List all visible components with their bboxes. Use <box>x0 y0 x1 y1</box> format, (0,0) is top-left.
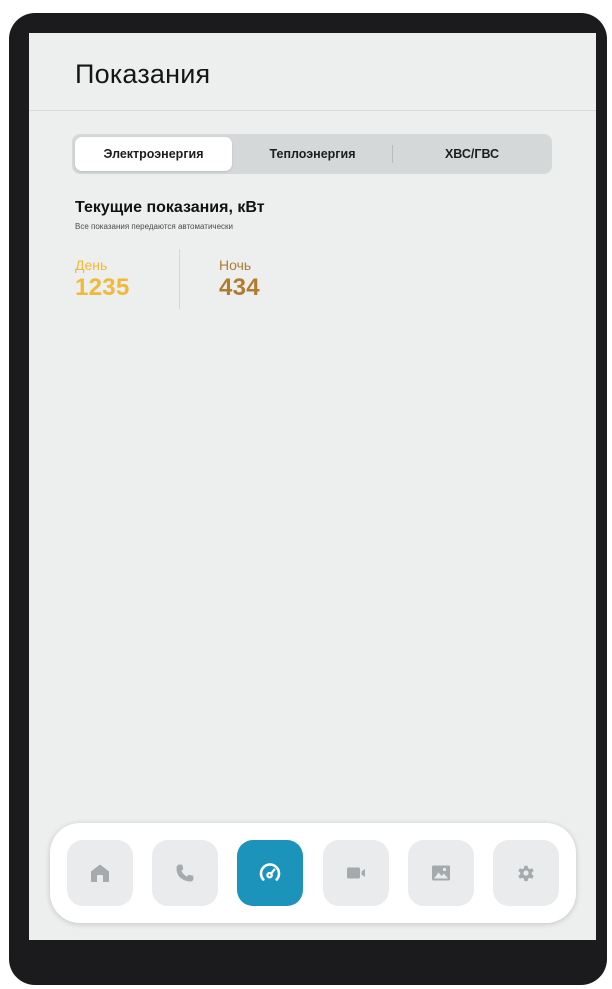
day-reading: День 1235 <box>75 257 130 302</box>
readings-subtitle: Все показания передаются автоматически <box>75 222 233 231</box>
phone-icon <box>176 864 194 882</box>
tab-water-label: ХВС/ГВС <box>444 147 500 161</box>
readings-title: Текущие показания, кВт <box>75 199 265 216</box>
bottom-navigation <box>50 823 576 923</box>
day-reading-label: День <box>75 257 108 273</box>
nav-settings-button[interactable] <box>493 840 559 906</box>
nav-home-button[interactable] <box>67 840 133 906</box>
tab-electricity-label: Электроэнергия <box>103 147 204 161</box>
settings-gear-icon <box>518 865 534 882</box>
page-header: Показания <box>29 33 596 111</box>
nav-meters-button[interactable] <box>237 840 303 906</box>
tab-electricity[interactable]: Электроэнергия <box>75 137 232 171</box>
reading-divider <box>179 249 180 309</box>
gallery-image-icon <box>432 865 450 881</box>
tab-heat-label: Теплоэнергия <box>269 147 356 161</box>
page-title: Показания <box>75 59 211 89</box>
night-reading-value: 434 <box>219 274 260 301</box>
tab-heat[interactable]: Теплоэнергия <box>235 137 390 171</box>
night-reading: Ночь 434 <box>219 257 260 302</box>
nav-phone-button[interactable] <box>152 840 218 906</box>
day-reading-value: 1235 <box>75 274 130 301</box>
tab-separator <box>392 145 393 163</box>
night-reading-label: Ночь <box>219 257 252 273</box>
nav-gallery-button[interactable] <box>408 840 474 906</box>
tab-water[interactable]: ХВС/ГВС <box>395 137 549 171</box>
nav-video-button[interactable] <box>323 840 389 906</box>
video-camera-icon <box>347 867 365 879</box>
utility-tabs: Электроэнергия Теплоэнергия ХВС/ГВС <box>72 134 552 174</box>
home-icon <box>91 864 109 882</box>
device-frame: Показания Электроэнергия Теплоэнергия ХВ… <box>9 13 607 985</box>
meter-gauge-icon <box>259 863 281 881</box>
app-screen: Показания Электроэнергия Теплоэнергия ХВ… <box>29 33 596 940</box>
